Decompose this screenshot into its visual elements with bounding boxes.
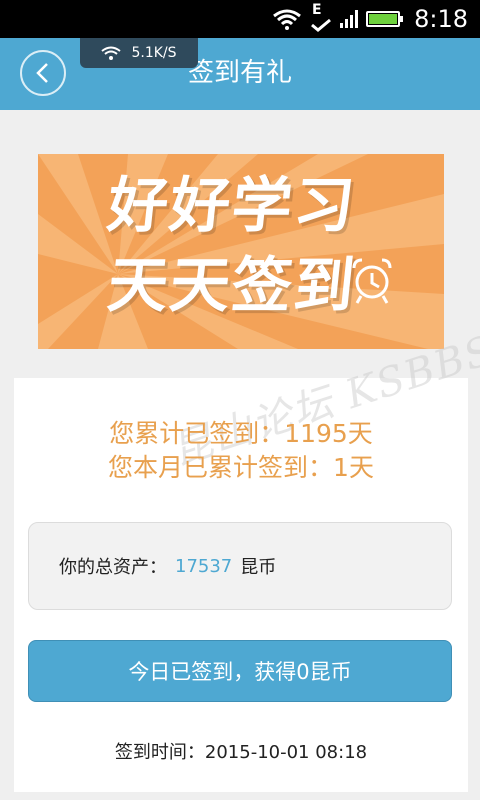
cumulative-sign-in: 您累计已签到：1195天: [109, 419, 373, 448]
banner-line-2: 天天签到: [104, 251, 360, 321]
check-icon: [311, 18, 331, 32]
network-speed-overlay: 5.1K/S: [80, 38, 198, 68]
status-bar: E 8:18: [0, 0, 480, 38]
assets-unit: 昆币: [240, 557, 277, 578]
status-time: 8:18: [414, 5, 468, 33]
wifi-icon: [273, 9, 301, 30]
sign-time: 签到时间：2015-10-01 08:18: [114, 742, 368, 763]
app-bar: 签到有礼 5.1K/S: [0, 38, 480, 110]
page-title: 签到有礼: [187, 58, 292, 88]
network-type-icon: E: [310, 2, 332, 32]
signed-today-button[interactable]: 今日已签到，获得0昆币: [28, 640, 452, 702]
assets-value: 17537: [175, 555, 233, 577]
status-icons: E: [272, 2, 403, 32]
wifi-icon: [101, 46, 122, 60]
promo-banner: 好好学习 天天签到: [38, 154, 444, 349]
signal-strength-icon: [340, 10, 358, 28]
total-assets-box: 你的总资产： 17537 昆币: [28, 522, 452, 610]
assets-label: 你的总资产：: [59, 557, 167, 578]
banner-line-1: 好好学习: [104, 171, 360, 241]
monthly-sign-in: 您本月已累计签到：1天: [108, 453, 374, 482]
sign-in-card: 昆山论坛 KSBBS 您累计已签到：1195天 您本月已累计签到：1天 你的总资…: [14, 327, 480, 792]
network-speed: 5.1K/S: [131, 45, 177, 61]
battery-icon: [366, 11, 403, 27]
alarm-clock-icon: [352, 258, 392, 304]
